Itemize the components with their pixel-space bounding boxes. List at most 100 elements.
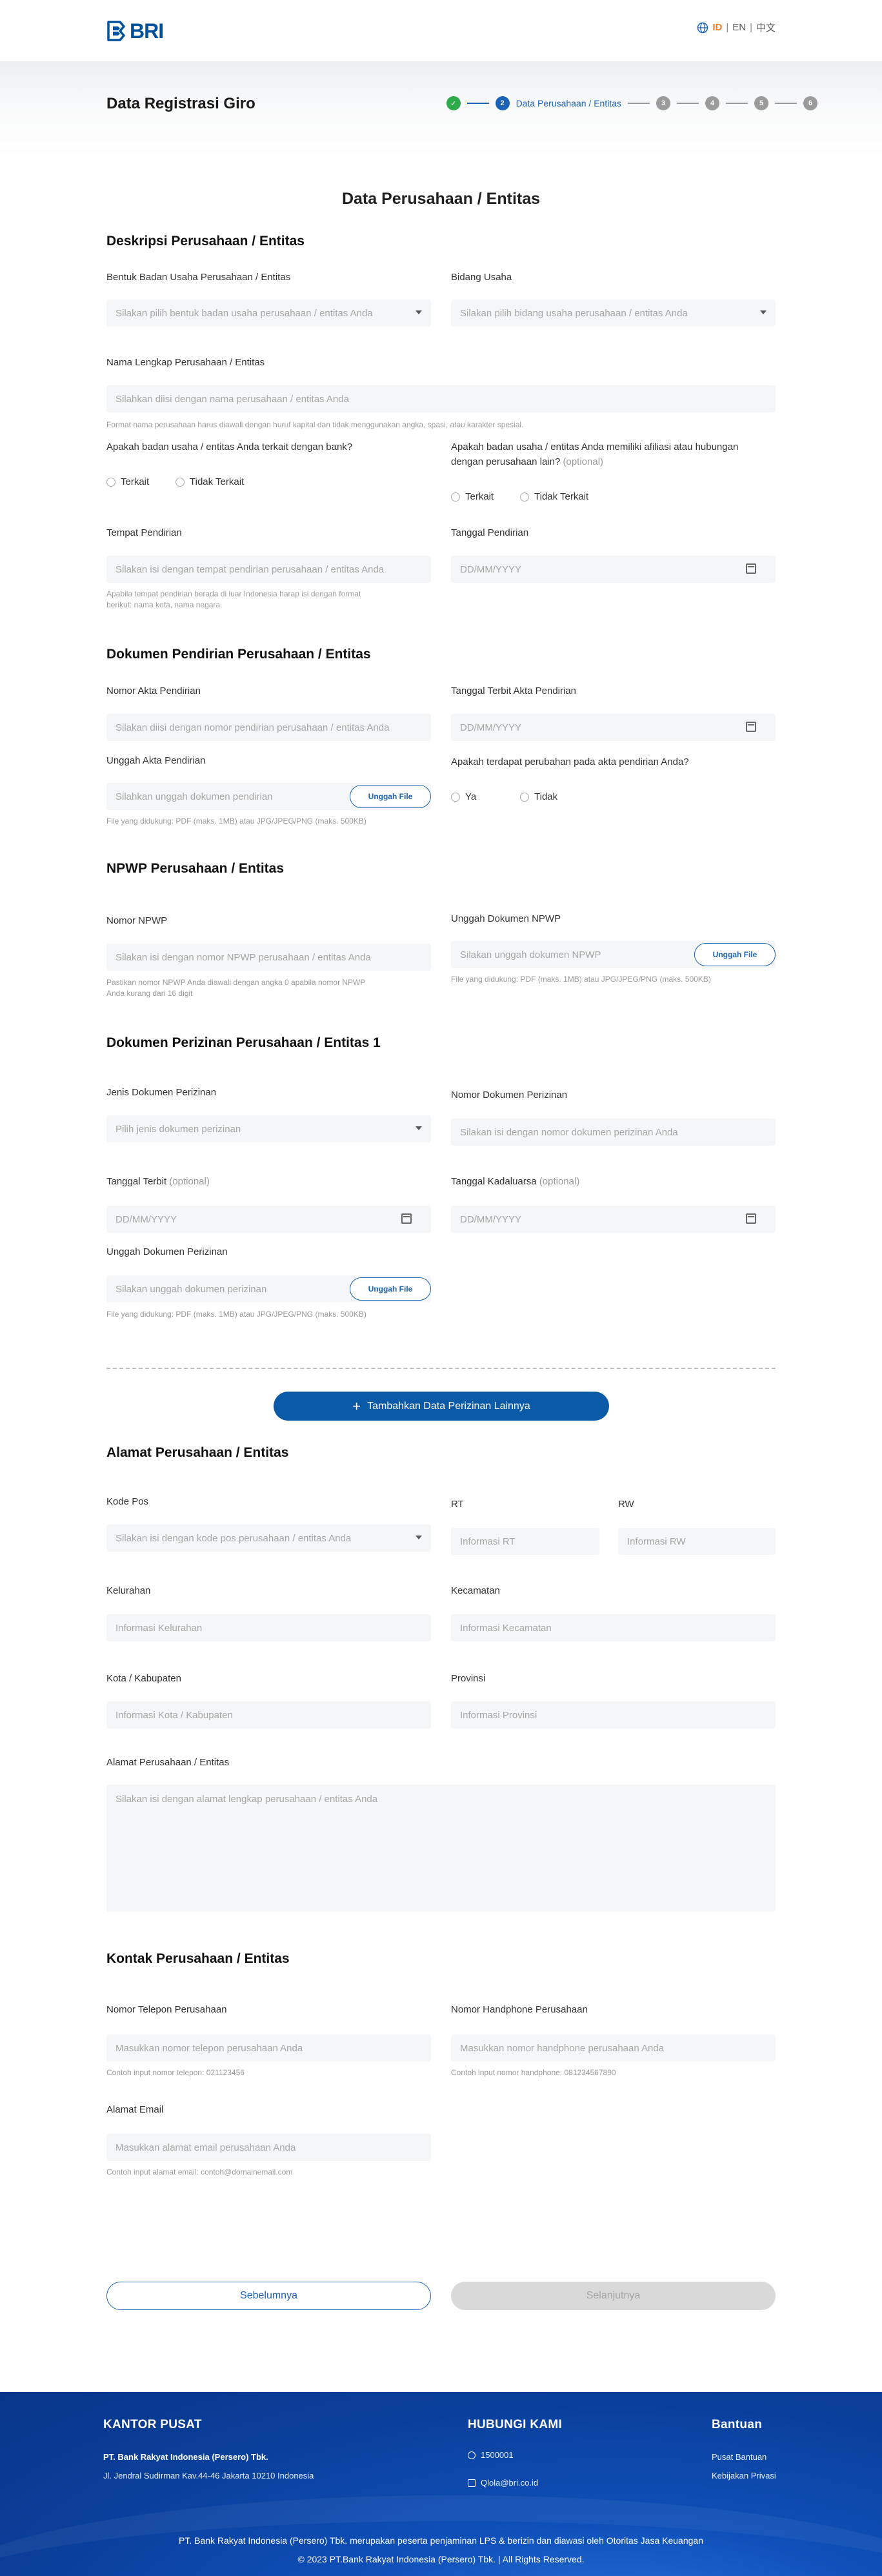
radio-circle bbox=[520, 792, 529, 802]
bentuk-badan-usaha-label: Bentuk Badan Usaha Perusahaan / Entitas bbox=[106, 272, 291, 283]
tempat-pendirian-input[interactable]: Silakan isi dengan tempat pendirian peru… bbox=[106, 556, 431, 583]
unggah-akta-placeholder: Silahkan unggah dokumen pendirian bbox=[115, 791, 273, 802]
tanggal-kadaluarsa-placeholder: DD/MM/YYYY bbox=[460, 1213, 522, 1225]
calendar-icon[interactable] bbox=[746, 1213, 756, 1224]
telepon-help: Contoh input nomor telepon: 021123456 bbox=[106, 2068, 245, 2077]
nomor-npwp-placeholder: Silakan isi dengan nomor NPWP perusahaan… bbox=[115, 951, 371, 963]
jenis-perizinan-select[interactable]: Pilih jenis dokumen perizinan bbox=[106, 1115, 431, 1142]
nomor-perizinan-label: Nomor Dokumen Perizinan bbox=[451, 1090, 568, 1100]
unggah-perizinan-button[interactable]: Unggah File bbox=[350, 1277, 431, 1301]
kode-pos-select[interactable]: Silakan isi dengan kode pos perusahaan /… bbox=[106, 1525, 431, 1552]
bri-logo-icon bbox=[107, 21, 125, 41]
alamat-textarea[interactable]: Silakan isi dengan alamat lengkap perusa… bbox=[106, 1785, 776, 1912]
kecamatan-input: Informasi Kecamatan bbox=[451, 1614, 776, 1641]
step-5: 5 bbox=[754, 96, 768, 110]
step-active-label: Data Perusahaan / Entitas bbox=[516, 98, 621, 108]
nomor-akta-input[interactable]: Silakan diisi dengan nomor pendirian per… bbox=[106, 714, 431, 741]
handphone-input[interactable]: Masukkan nomor handphone perusahaan Anda bbox=[451, 2034, 776, 2062]
section-deskripsi-title: Deskripsi Perusahaan / Entitas bbox=[106, 234, 305, 248]
tanggal-pendirian-input[interactable]: DD/MM/YYYY bbox=[451, 556, 776, 583]
rt-input[interactable]: Informasi RT bbox=[451, 1528, 599, 1555]
perubahan-ya-radio[interactable]: Ya bbox=[451, 791, 476, 802]
unggah-akta-label: Unggah Akta Pendirian bbox=[106, 755, 206, 766]
nomor-npwp-help-2: Anda kurang dari 16 digit bbox=[106, 989, 193, 998]
tanggal-kadaluarsa-input[interactable]: DD/MM/YYYY bbox=[451, 1206, 776, 1233]
terkait-bank-question: Apakah badan usaha / entitas Anda terkai… bbox=[106, 441, 353, 452]
step-1-check-icon: ✓ bbox=[446, 96, 461, 110]
unggah-perizinan-placeholder: Silakan unggah dokumen perizinan bbox=[115, 1283, 267, 1295]
footer-disclaimer: PT. Bank Rakyat Indonesia (Persero) Tbk.… bbox=[179, 2535, 703, 2546]
globe-icon bbox=[697, 22, 708, 33]
top-header: BRI ID | EN | 中文 bbox=[0, 0, 882, 61]
email-placeholder: Masukkan alamat email perusahaan Anda bbox=[115, 2142, 296, 2153]
kecamatan-placeholder: Informasi Kecamatan bbox=[460, 1622, 552, 1634]
bidang-usaha-select[interactable]: Silakan pilih bidang usaha perusahaan / … bbox=[451, 299, 776, 327]
registration-title: Data Registrasi Giro bbox=[106, 95, 256, 112]
footer-email[interactable]: Qlola@bri.co.id bbox=[468, 2478, 538, 2488]
add-perizinan-button[interactable]: + Tambahkan Data Perizinan Lainnya bbox=[274, 1392, 609, 1421]
nama-perusahaan-help: Format nama perusahaan harus diawali den… bbox=[106, 420, 524, 429]
terkait-bank-radio[interactable]: Terkait bbox=[106, 476, 149, 487]
footer-kantor-title: KANTOR PUSAT bbox=[103, 2418, 202, 2431]
section-dokumen-pendirian-title: Dokumen Pendirian Perusahaan / Entitas bbox=[106, 647, 371, 662]
alamat-placeholder: Silakan isi dengan alamat lengkap perusa… bbox=[115, 1794, 378, 1805]
plus-icon: + bbox=[352, 1397, 361, 1414]
afiliasi-question-text: dengan perusahaan lain? bbox=[451, 456, 561, 467]
step-connector bbox=[775, 103, 797, 104]
telepon-label: Nomor Telepon Perusahaan bbox=[106, 2004, 227, 2015]
afiliasi-question-line1: Apakah badan usaha / entitas Anda memili… bbox=[451, 441, 739, 452]
radio-circle bbox=[451, 792, 460, 802]
unggah-akta-button[interactable]: Unggah File bbox=[350, 785, 431, 808]
footer-phone[interactable]: 1500001 bbox=[468, 2450, 514, 2460]
step-connector bbox=[726, 103, 748, 104]
tidak-terkait-afiliasi-radio[interactable]: Tidak Terkait bbox=[520, 491, 588, 502]
terkait-afiliasi-radio[interactable]: Terkait bbox=[451, 491, 494, 502]
lang-separator: | bbox=[750, 22, 752, 33]
nomor-akta-label: Nomor Akta Pendirian bbox=[106, 685, 201, 696]
section-alamat-title: Alamat Perusahaan / Entitas bbox=[106, 1445, 289, 1460]
lang-id[interactable]: ID bbox=[712, 22, 722, 33]
step-2: 2 bbox=[495, 96, 510, 110]
calendar-icon[interactable] bbox=[746, 722, 756, 732]
alamat-label: Alamat Perusahaan / Entitas bbox=[106, 1757, 230, 1768]
rw-input[interactable]: Informasi RW bbox=[618, 1528, 776, 1555]
perubahan-tidak-label: Tidak bbox=[534, 791, 558, 802]
tanggal-terbit-akta-input[interactable]: DD/MM/YYYY bbox=[451, 714, 776, 741]
nama-perusahaan-input[interactable]: Silahkan diisi dengan nama perusahaan / … bbox=[106, 385, 776, 412]
tanggal-pendirian-placeholder: DD/MM/YYYY bbox=[460, 563, 522, 575]
footer-kebijakan-link[interactable]: Kebijakan Privasi bbox=[712, 2471, 776, 2480]
radio-circle bbox=[520, 492, 529, 502]
step-3: 3 bbox=[656, 96, 670, 110]
section-perizinan-title: Dokumen Perizinan Perusahaan / Entitas 1 bbox=[106, 1035, 381, 1050]
perubahan-tidak-radio[interactable]: Tidak bbox=[520, 791, 557, 802]
tanggal-terbit-akta-placeholder: DD/MM/YYYY bbox=[460, 722, 522, 733]
previous-button[interactable]: Sebelumnya bbox=[106, 2282, 431, 2310]
unggah-npwp-button[interactable]: Unggah File bbox=[694, 943, 776, 966]
lang-cn[interactable]: 中文 bbox=[756, 21, 776, 34]
unggah-perizinan-help: File yang didukung: PDF (maks. 1MB) atau… bbox=[106, 1310, 366, 1319]
telepon-input[interactable]: Masukkan nomor telepon perusahaan Anda bbox=[106, 2034, 431, 2062]
jenis-perizinan-placeholder: Pilih jenis dokumen perizinan bbox=[115, 1123, 241, 1135]
mail-icon bbox=[468, 2479, 476, 2487]
footer: KANTOR PUSAT PT. Bank Rakyat Indonesia (… bbox=[0, 2392, 882, 2576]
bentuk-badan-usaha-select[interactable]: Silakan pilih bentuk badan usaha perusah… bbox=[106, 299, 431, 327]
footer-phone-text: 1500001 bbox=[481, 2450, 514, 2460]
lang-separator: | bbox=[726, 22, 729, 33]
footer-pusat-bantuan-link[interactable]: Pusat Bantuan bbox=[712, 2452, 767, 2462]
tanggal-terbit-perizinan-input[interactable]: DD/MM/YYYY bbox=[106, 1206, 431, 1233]
email-input[interactable]: Masukkan alamat email perusahaan Anda bbox=[106, 2134, 431, 2161]
tidak-terkait-bank-radio[interactable]: Tidak Terkait bbox=[175, 476, 244, 487]
provinsi-placeholder: Informasi Provinsi bbox=[460, 1709, 537, 1721]
step-connector bbox=[677, 103, 699, 104]
step-connector bbox=[628, 103, 650, 104]
calendar-icon[interactable] bbox=[746, 563, 756, 574]
tempat-pendirian-label: Tempat Pendirian bbox=[106, 527, 182, 538]
bri-logo[interactable]: BRI bbox=[106, 19, 164, 43]
telepon-placeholder: Masukkan nomor telepon perusahaan Anda bbox=[115, 2042, 303, 2054]
next-button[interactable]: Selanjutnya bbox=[451, 2282, 776, 2310]
lang-en[interactable]: EN bbox=[732, 22, 746, 33]
step-4: 4 bbox=[705, 96, 719, 110]
nomor-npwp-input[interactable]: Silakan isi dengan nomor NPWP perusahaan… bbox=[106, 944, 431, 971]
calendar-icon[interactable] bbox=[401, 1213, 412, 1224]
nomor-perizinan-input[interactable]: Silakan isi dengan nomor dokumen perizin… bbox=[451, 1119, 776, 1146]
